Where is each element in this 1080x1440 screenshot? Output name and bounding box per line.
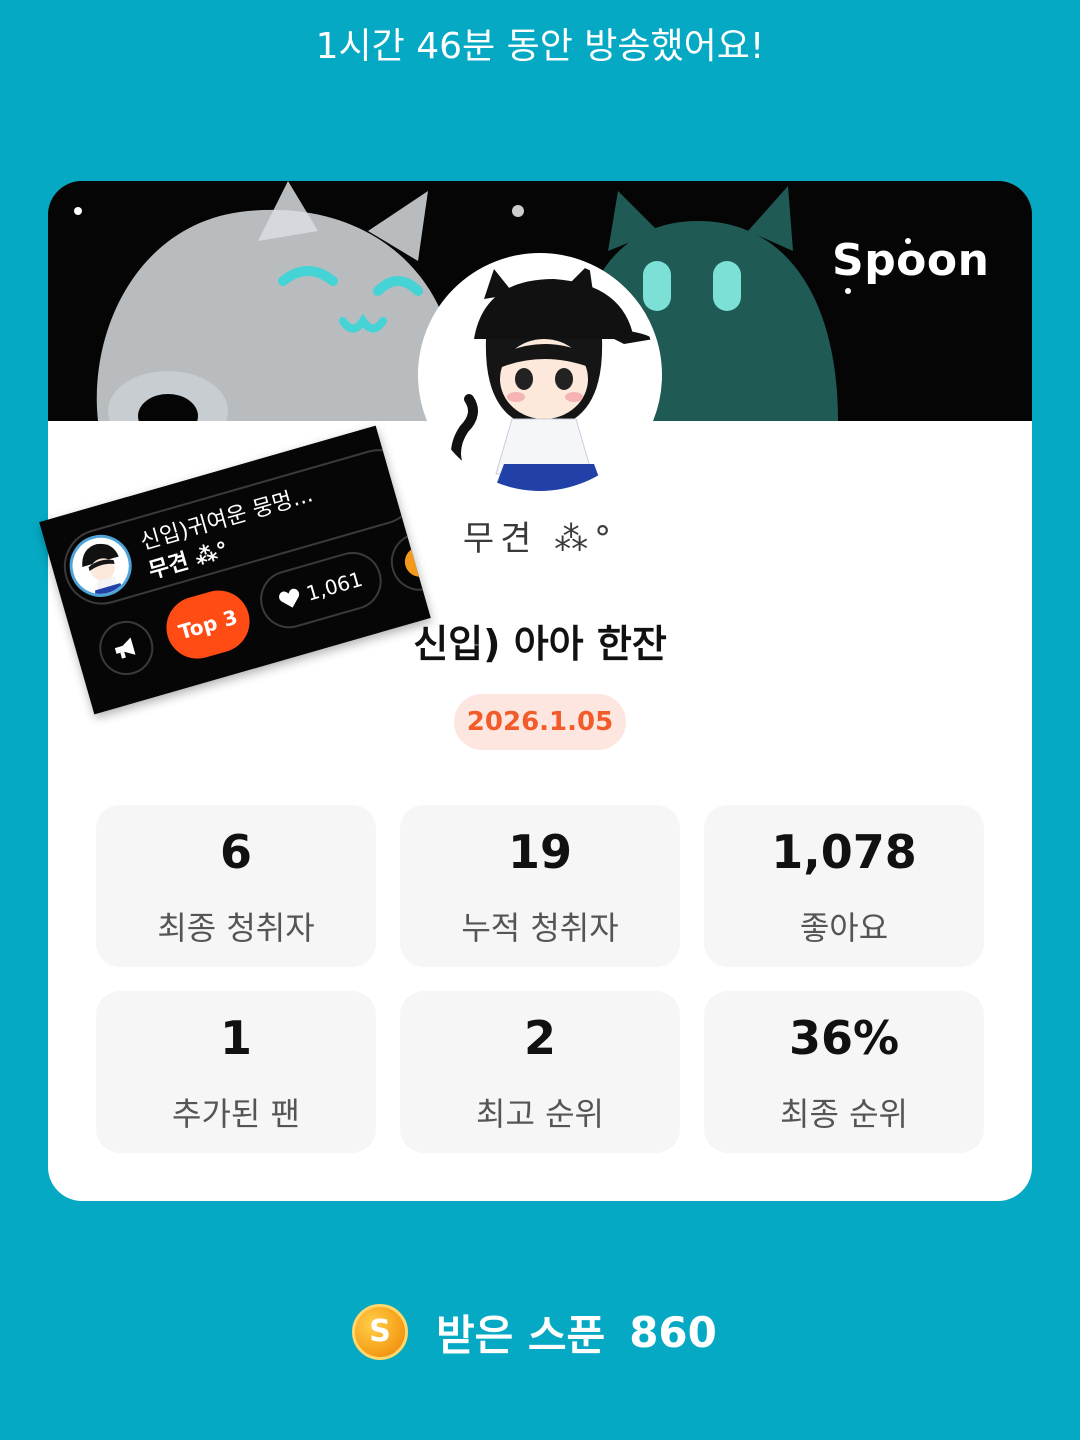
received-spoons-label: 받은 스푼 bbox=[436, 1310, 606, 1360]
stat-label: 좋아요 bbox=[799, 909, 889, 947]
stat-label: 최종 순위 bbox=[780, 1095, 908, 1133]
stat-new-fans: 1 추가된 팬 bbox=[96, 991, 376, 1153]
received-spoons-count: 860 bbox=[629, 1307, 717, 1357]
stats-grid: 6 최종 청취자 19 누적 청취자 1,078 좋아요 1 추가된 팬 2 최… bbox=[96, 805, 984, 1153]
stat-value: 1,078 bbox=[771, 825, 917, 879]
stat-value: 2 bbox=[523, 1011, 556, 1065]
profile-avatar[interactable] bbox=[418, 253, 662, 497]
rank-badge[interactable]: Top 3 bbox=[159, 583, 257, 666]
stat-value: 36% bbox=[788, 1011, 900, 1065]
spoon-logo: Spoon bbox=[832, 235, 990, 286]
stat-value: 1 bbox=[219, 1011, 252, 1065]
stat-value: 19 bbox=[507, 825, 572, 879]
avatar-illustration bbox=[424, 259, 656, 491]
likes-button[interactable]: 1,061 bbox=[253, 545, 389, 636]
stat-label: 추가된 팬 bbox=[172, 1095, 300, 1133]
likes-count: 1,061 bbox=[303, 566, 366, 606]
stat-final-listeners: 6 최종 청취자 bbox=[96, 805, 376, 967]
broadcast-date-badge: 2026.1.05 bbox=[454, 694, 626, 750]
heart-icon bbox=[279, 588, 300, 608]
stat-label: 최고 순위 bbox=[476, 1095, 604, 1133]
broadcast-summary-card: Spoon 무견 ⁂° 신입) 아아 한잔 2026.1.05 6 최종 청취자… bbox=[48, 181, 1032, 1201]
stat-best-rank: 2 최고 순위 bbox=[400, 991, 680, 1153]
spoon-coin-icon: S bbox=[352, 1304, 408, 1360]
stat-total-listeners: 19 누적 청취자 bbox=[400, 805, 680, 967]
stat-final-rank: 36% 최종 순위 bbox=[704, 991, 984, 1153]
stat-value: 6 bbox=[219, 825, 252, 879]
stat-likes: 1,078 좋아요 bbox=[704, 805, 984, 967]
megaphone-button[interactable] bbox=[92, 614, 160, 682]
stat-label: 누적 청취자 bbox=[461, 909, 619, 947]
stat-label: 최종 청취자 bbox=[157, 909, 315, 947]
received-spoons: S 받은 스푼 860 bbox=[352, 1300, 717, 1364]
broadcast-duration-message: 1시간 46분 동안 방송했어요! bbox=[315, 26, 765, 67]
megaphone-icon bbox=[114, 637, 136, 659]
